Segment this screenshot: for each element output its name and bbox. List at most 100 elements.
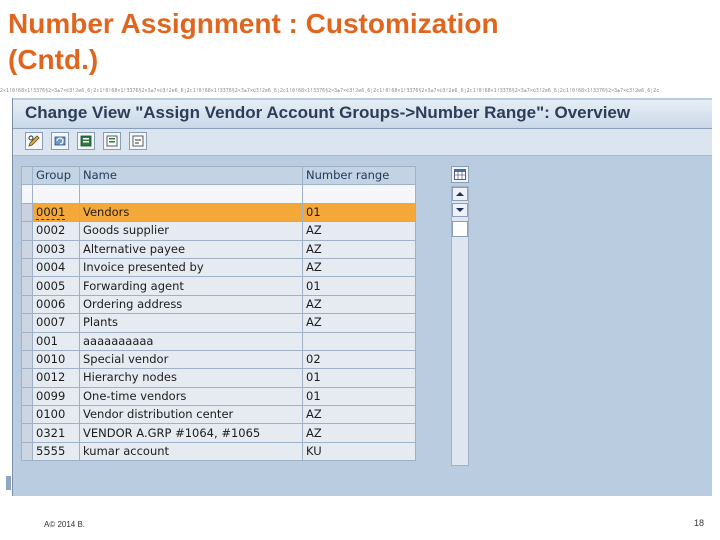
row-selector[interactable] — [21, 276, 33, 296]
scroll-thumb[interactable] — [452, 221, 468, 237]
row-selector[interactable] — [21, 405, 33, 425]
cell-group[interactable]: 0012 — [32, 368, 80, 388]
cell-name: Invoice presented by — [79, 257, 303, 278]
cell-group[interactable]: 0100 — [32, 405, 80, 425]
pencil-glasses-icon[interactable] — [25, 132, 43, 150]
cell-group[interactable]: 0002 — [32, 221, 80, 241]
row-selector[interactable] — [21, 423, 33, 443]
table-row[interactable]: 0010 Special vendor 02 — [21, 349, 416, 370]
window-title-bar: Change View "Assign Vendor Account Group… — [13, 100, 712, 129]
window-title: Change View "Assign Vendor Account Group… — [25, 103, 631, 122]
row-selector[interactable] — [21, 441, 33, 462]
cell-number-range[interactable]: 01 — [302, 368, 416, 388]
refresh-icon[interactable] — [51, 132, 69, 150]
cell-group[interactable]: 0005 — [32, 276, 80, 296]
cell-name: aaaaaaaaaa — [79, 331, 303, 351]
slide-title-line2: (Cntd.) — [8, 44, 99, 75]
row-selector[interactable] — [21, 349, 33, 370]
table-row[interactable]: 0006 Ordering address AZ — [21, 294, 416, 315]
filter-range-cell[interactable] — [302, 184, 416, 204]
filter-name-cell[interactable] — [79, 184, 303, 204]
cell-group-value: 0001 — [36, 204, 66, 220]
cell-name: Vendor distribution center — [79, 405, 303, 425]
cell-number-range[interactable]: AZ — [302, 294, 416, 315]
table-row[interactable]: 0321 VENDOR A.GRP #1064, #1065 AZ — [21, 423, 416, 443]
import-icon[interactable] — [103, 132, 121, 150]
header-number-range[interactable]: Number range — [302, 165, 416, 186]
vertical-scrollbar[interactable] — [451, 186, 469, 466]
cell-name: One-time vendors — [79, 386, 303, 407]
export-icon[interactable] — [77, 132, 95, 150]
row-selector[interactable] — [21, 294, 33, 315]
cell-number-range[interactable]: 01 — [302, 202, 416, 223]
header-name[interactable]: Name — [79, 165, 303, 186]
cell-number-range[interactable]: AZ — [302, 221, 416, 241]
scroll-up-button[interactable] — [452, 187, 468, 201]
cell-group[interactable]: 001 — [32, 331, 80, 351]
footer-copyright: A© 2014 B. — [44, 520, 86, 529]
cell-name: Ordering address — [79, 294, 303, 315]
table-row[interactable]: 5555 kumar account KU — [21, 441, 416, 462]
cell-number-range[interactable]: 01 — [302, 276, 416, 296]
cell-group[interactable]: 0099 — [32, 386, 80, 407]
row-selector[interactable] — [21, 239, 33, 259]
cell-name: kumar account — [79, 441, 303, 462]
details-icon[interactable] — [129, 132, 147, 150]
page-number: 18 — [694, 518, 705, 528]
cell-number-range[interactable]: 01 — [302, 386, 416, 407]
sap-window: Change View "Assign Vendor Account Group… — [12, 98, 712, 496]
cell-number-range[interactable]: AZ — [302, 239, 416, 259]
triangle-up-icon — [456, 192, 464, 196]
table-row[interactable]: 0099 One-time vendors 01 — [21, 386, 416, 407]
cell-number-range[interactable]: AZ — [302, 405, 416, 425]
table-row[interactable]: 001 aaaaaaaaaa — [21, 331, 416, 351]
cell-name: VENDOR A.GRP #1064, #1065 — [79, 423, 303, 443]
triangle-down-icon — [456, 208, 464, 212]
cell-name: Goods supplier — [79, 221, 303, 241]
slide-title-line1: Number Assignment : Customization — [8, 8, 499, 39]
table-row[interactable]: 0001 Vendors 01 — [21, 202, 416, 223]
cell-number-range[interactable]: 02 — [302, 349, 416, 370]
cell-number-range[interactable]: AZ — [302, 313, 416, 333]
row-selector[interactable] — [21, 368, 33, 388]
table-row[interactable]: 0007 Plants AZ — [21, 313, 416, 333]
table-settings-icon[interactable] — [451, 166, 469, 183]
table-row[interactable]: 0003 Alternative payee AZ — [21, 239, 416, 259]
table-row[interactable]: 0100 Vendor distribution center AZ — [21, 405, 416, 425]
header-group[interactable]: Group — [32, 165, 80, 186]
row-selector[interactable] — [21, 386, 33, 407]
cell-group[interactable]: 0003 — [32, 239, 80, 259]
cell-number-range[interactable]: AZ — [302, 423, 416, 443]
cell-group[interactable]: 5555 — [32, 441, 80, 462]
cell-name: Forwarding agent — [79, 276, 303, 296]
cell-group[interactable]: 0007 — [32, 313, 80, 333]
cell-group[interactable]: 0321 — [32, 423, 80, 443]
cell-name: Special vendor — [79, 349, 303, 370]
cell-name: Alternative payee — [79, 239, 303, 259]
row-selector[interactable] — [21, 331, 33, 351]
cell-group[interactable]: 0006 — [32, 294, 80, 315]
table-row[interactable]: 0005 Forwarding agent 01 — [21, 276, 416, 296]
cell-name: Vendors — [79, 202, 303, 223]
filter-select-cell — [21, 184, 33, 204]
cell-group[interactable]: 0010 — [32, 349, 80, 370]
filter-group-cell[interactable] — [32, 184, 80, 204]
row-selector[interactable] — [21, 221, 33, 241]
cell-number-range[interactable]: AZ — [302, 257, 416, 278]
cell-group[interactable]: 0004 — [32, 257, 80, 278]
cell-group[interactable]: 0001 — [32, 202, 80, 223]
table-row[interactable]: 0002 Goods supplier AZ — [21, 221, 416, 241]
cell-number-range[interactable]: KU — [302, 441, 416, 462]
table-body: 0001 Vendors 01 0002 Goods supplier AZ 0… — [21, 202, 416, 462]
cell-number-range[interactable] — [302, 331, 416, 351]
table-row[interactable]: 0004 Invoice presented by AZ — [21, 257, 416, 278]
left-edge-mark — [6, 476, 11, 490]
row-selector[interactable] — [21, 313, 33, 333]
row-selector[interactable] — [21, 202, 33, 223]
select-all-cell[interactable] — [21, 165, 33, 186]
scroll-down-button[interactable] — [452, 203, 468, 217]
cell-name: Hierarchy nodes — [79, 368, 303, 388]
url-noise-strip: 2×1!0!68×1!3376§2×3±7×©3!2e6¸6¦2c1!0!68×… — [0, 88, 660, 94]
table-row[interactable]: 0012 Hierarchy nodes 01 — [21, 368, 416, 388]
row-selector[interactable] — [21, 257, 33, 278]
